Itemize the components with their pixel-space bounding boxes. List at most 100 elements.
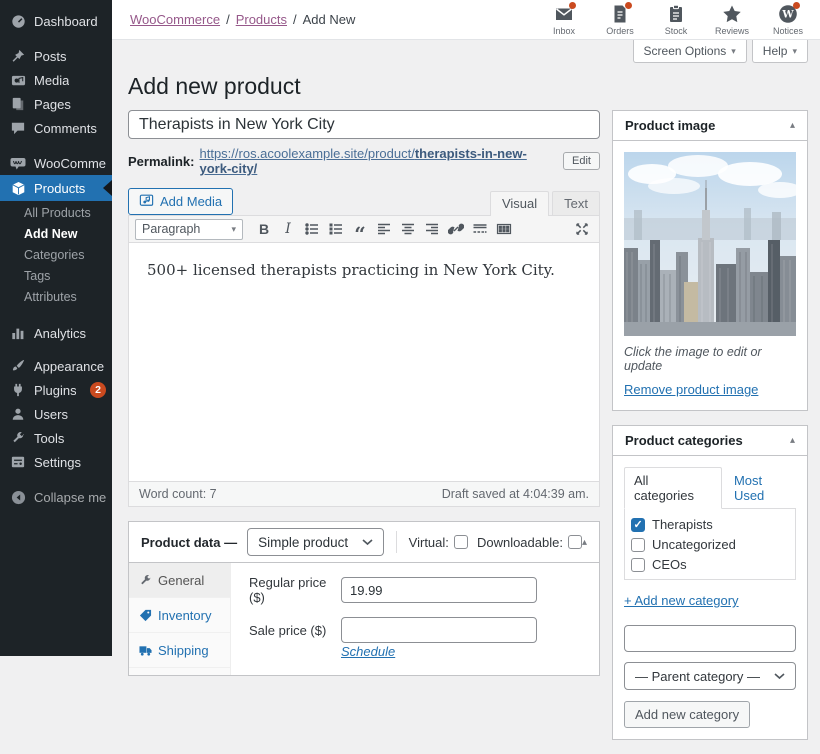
activity-orders-button[interactable]: Orders — [592, 0, 648, 39]
tab-text[interactable]: Text — [552, 191, 600, 215]
downloadable-checkbox[interactable] — [568, 535, 582, 549]
sidebar-item-products[interactable]: Products — [0, 175, 112, 201]
edit-permalink-button[interactable]: Edit — [563, 152, 600, 170]
category-label: Uncategorized — [652, 537, 736, 552]
sidebar-item-posts[interactable]: Posts — [0, 44, 112, 68]
bold-icon: B — [259, 221, 269, 237]
paintbrush-icon — [10, 358, 26, 374]
screen-options-button[interactable]: Screen Options ▾ — [633, 40, 747, 63]
paragraph-label: Paragraph — [142, 222, 200, 236]
tab-linked-products[interactable]: Linked Products — [129, 668, 230, 676]
product-data-title: Product data — — [141, 535, 237, 550]
activity-reviews-button[interactable]: Reviews — [704, 0, 760, 39]
numbered-list-button[interactable] — [325, 219, 347, 240]
sidebar-item-users[interactable]: Users — [0, 402, 112, 426]
sidebar-item-label: Appearance — [34, 359, 104, 374]
media-icon — [10, 72, 26, 88]
link-button[interactable] — [445, 219, 467, 240]
notification-dot — [793, 2, 800, 9]
product-image-caption: Click the image to edit or update — [624, 345, 796, 373]
sidebar-item-media[interactable]: Media — [0, 68, 112, 92]
sidebar-item-comments[interactable]: Comments — [0, 116, 112, 140]
italic-button[interactable]: I — [277, 219, 299, 240]
star-icon — [722, 4, 742, 24]
stock-icon — [666, 4, 686, 24]
fullscreen-button[interactable] — [571, 219, 593, 240]
sidebar-item-label: WooCommerce — [34, 156, 106, 171]
toolbar-toggle-button[interactable] — [493, 219, 515, 240]
submenu-item-all-products[interactable]: All Products — [0, 203, 112, 224]
tab-general[interactable]: General — [129, 563, 230, 598]
remove-product-image-link[interactable]: Remove product image — [624, 382, 758, 397]
panel-collapse-toggle[interactable]: ▴ — [582, 537, 587, 548]
align-right-button[interactable] — [421, 219, 443, 240]
editor-content-area[interactable]: 500+ licensed therapists practicing in N… — [129, 243, 599, 481]
activity-notices-button[interactable]: W Notices — [760, 0, 816, 39]
add-media-button[interactable]: Add Media — [128, 188, 233, 215]
regular-price-input[interactable] — [341, 577, 537, 603]
add-new-category-link[interactable]: + Add new category — [624, 593, 739, 608]
italic-icon: I — [285, 221, 291, 237]
collapse-arrow-icon — [10, 489, 26, 505]
bold-button[interactable]: B — [253, 219, 275, 240]
add-new-category-button[interactable]: Add new category — [624, 701, 750, 728]
sidebar-item-pages[interactable]: Pages — [0, 92, 112, 116]
activity-inbox-button[interactable]: Inbox — [536, 0, 592, 39]
submenu-item-tags[interactable]: Tags — [0, 266, 112, 287]
permalink-url[interactable]: https://ros.acoolexample.site/product/th… — [199, 146, 558, 176]
collapse-menu-button[interactable]: Collapse menu — [0, 485, 112, 509]
tab-all-categories[interactable]: All categories — [624, 467, 722, 509]
align-left-button[interactable] — [373, 219, 395, 240]
product-type-select[interactable]: Simple product — [247, 528, 384, 556]
category-checkbox-ceos[interactable] — [631, 558, 645, 572]
panel-collapse-toggle[interactable]: ▴ — [790, 435, 795, 446]
bullet-list-button[interactable] — [301, 219, 323, 240]
sidebar-item-dashboard[interactable]: Dashboard — [0, 9, 112, 33]
virtual-checkbox[interactable] — [454, 535, 468, 549]
tab-label: Inventory — [158, 608, 211, 623]
parent-category-select[interactable]: — Parent category — — [624, 662, 796, 690]
paragraph-format-select[interactable]: Paragraph ▾ — [135, 219, 243, 240]
help-button[interactable]: Help ▾ — [752, 40, 808, 63]
plugin-icon — [10, 382, 26, 398]
submenu-item-categories[interactable]: Categories — [0, 245, 112, 266]
product-title-input[interactable] — [128, 110, 600, 139]
sidebar-item-label: Dashboard — [34, 14, 98, 29]
submenu-item-add-new[interactable]: Add New — [0, 224, 112, 245]
new-category-name-input[interactable] — [624, 625, 796, 652]
category-checklist: Therapists Uncategorized CEOs — [624, 508, 796, 580]
product-type-value: Simple product — [258, 535, 348, 550]
tab-most-used[interactable]: Most Used — [734, 473, 796, 509]
align-center-button[interactable] — [397, 219, 419, 240]
breadcrumb-link-products[interactable]: Products — [236, 12, 287, 27]
sidebar-item-tools[interactable]: Tools — [0, 426, 112, 450]
sidebar-item-plugins[interactable]: Plugins 2 — [0, 378, 112, 402]
admin-sidebar: Dashboard Posts Media Pages Comments Woo… — [0, 0, 112, 656]
sidebar-item-woocommerce[interactable]: WooCommerce — [0, 151, 112, 175]
activity-stock-button[interactable]: Stock — [648, 0, 704, 39]
help-label: Help — [763, 44, 788, 58]
sidebar-item-settings[interactable]: Settings — [0, 450, 112, 474]
category-checkbox-therapists[interactable] — [631, 518, 645, 532]
user-icon — [10, 406, 26, 422]
product-image-thumbnail[interactable] — [624, 152, 796, 336]
tab-shipping[interactable]: Shipping — [129, 633, 230, 668]
sidebar-item-appearance[interactable]: Appearance — [0, 354, 112, 378]
comment-icon — [10, 120, 26, 136]
fullscreen-icon — [575, 222, 589, 236]
tab-visual[interactable]: Visual — [490, 191, 549, 216]
panel-collapse-toggle[interactable]: ▴ — [790, 120, 795, 131]
blockquote-button[interactable]: “ — [349, 219, 371, 240]
toolbar-toggle-icon — [496, 221, 512, 237]
regular-price-label: Regular price ($) — [249, 575, 341, 605]
sale-price-input[interactable] — [341, 617, 537, 643]
submenu-item-attributes[interactable]: Attributes — [0, 287, 112, 308]
read-more-tag-button[interactable] — [469, 219, 491, 240]
breadcrumb-link-woocommerce[interactable]: WooCommerce — [130, 12, 220, 27]
align-right-icon — [424, 221, 440, 237]
category-checkbox-uncategorized[interactable] — [631, 538, 645, 552]
schedule-link[interactable]: Schedule — [341, 644, 395, 659]
tab-inventory[interactable]: Inventory — [129, 598, 230, 633]
link-icon — [448, 221, 464, 237]
sidebar-item-analytics[interactable]: Analytics — [0, 321, 112, 345]
